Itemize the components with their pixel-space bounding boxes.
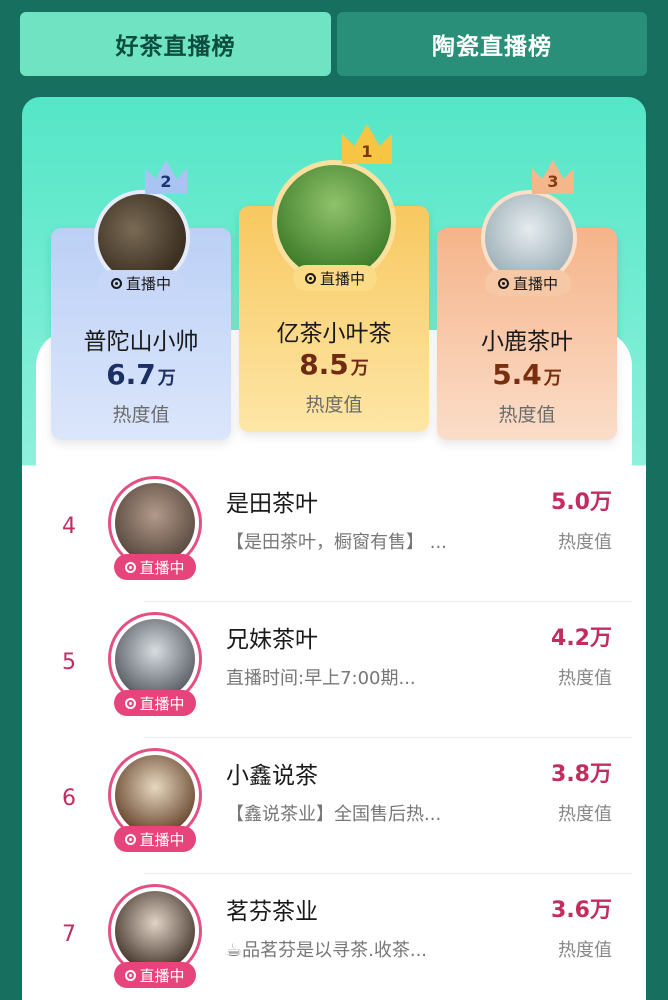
crown-rank-number: 2 [160,172,172,191]
heat-label: 热度值 [558,668,612,689]
live-badge[interactable]: 直播中 [98,270,184,296]
heat-value: 3.8万 [551,762,612,787]
heat-value: 8.5 万 [299,348,369,381]
live-dot-icon [497,277,509,289]
heat-value: 6.7 万 [106,358,176,391]
heat-label: 热度值 [558,532,612,553]
streamer-name: 是田茶叶 [226,491,318,517]
streamer-description: 【鑫说茶业】全国售后热... [226,804,442,825]
live-badge[interactable]: 直播中 [114,826,196,852]
heat-label: 热度值 [305,394,363,416]
list-item[interactable]: 6 直播中 小鑫说茶 【鑫说茶业】全国售后热... 3.8万 热度值 [36,738,632,874]
tab-ceramics-live-ranking[interactable]: 陶瓷直播榜 [337,12,647,76]
list-item[interactable]: 4 直播中 是田茶叶 【是田茶叶，橱窗有售】 ... 5.0万 热度值 [36,466,632,602]
heat-label: 热度值 [558,804,612,825]
heat-value: 4.2万 [551,626,612,651]
heat-label: 热度值 [558,940,612,961]
rank-number: 6 [62,786,76,811]
rank-number: 5 [62,650,76,675]
live-dot-icon [125,697,137,709]
live-dot-icon [125,833,137,845]
streamer-name: 小鑫说茶 [226,763,318,789]
live-badge[interactable]: 直播中 [293,265,377,291]
streamer-name: 茗芬茶业 [226,899,318,925]
streamer-name: 小鹿茶叶 [481,329,573,355]
streamer-description: ☕品茗芬是以寻茶.收茶... [226,940,428,961]
tab-label: 好茶直播榜 [115,34,236,60]
heat-value: 5.4 万 [492,358,562,391]
streamer-description: 直播时间:早上7:00期... [226,668,416,689]
heat-label: 热度值 [112,404,170,426]
heat-value: 3.6万 [551,898,612,923]
rank-number: 7 [62,922,76,947]
heat-value: 5.0万 [551,490,612,515]
live-dot-icon [125,561,137,573]
live-badge[interactable]: 直播中 [485,270,571,296]
rank-number: 4 [62,514,76,539]
crown-rank-number: 1 [361,142,373,161]
streamer-name: 亿茶小叶茶 [276,321,392,347]
list-item[interactable]: 5 直播中 兄妹茶叶 直播时间:早上7:00期... 4.2万 热度值 [36,602,632,738]
live-badge[interactable]: 直播中 [114,690,196,716]
streamer-name: 普陀山小帅 [83,329,199,355]
tab-good-tea-live-ranking[interactable]: 好茶直播榜 [20,12,331,76]
streamer-name: 兄妹茶叶 [226,627,318,653]
heat-label: 热度值 [498,404,556,426]
live-badge[interactable]: 直播中 [114,962,196,988]
live-badge[interactable]: 直播中 [114,554,196,580]
tab-label: 陶瓷直播榜 [432,34,552,60]
live-dot-icon [110,277,122,289]
streamer-description: 【是田茶叶，橱窗有售】 ... [226,532,447,553]
crown-rank-number: 3 [547,172,559,191]
live-dot-icon [125,969,137,981]
list-item[interactable]: 7 直播中 茗芬茶业 ☕品茗芬是以寻茶.收茶... 3.6万 热度值 [36,874,632,1000]
live-dot-icon [304,272,316,284]
